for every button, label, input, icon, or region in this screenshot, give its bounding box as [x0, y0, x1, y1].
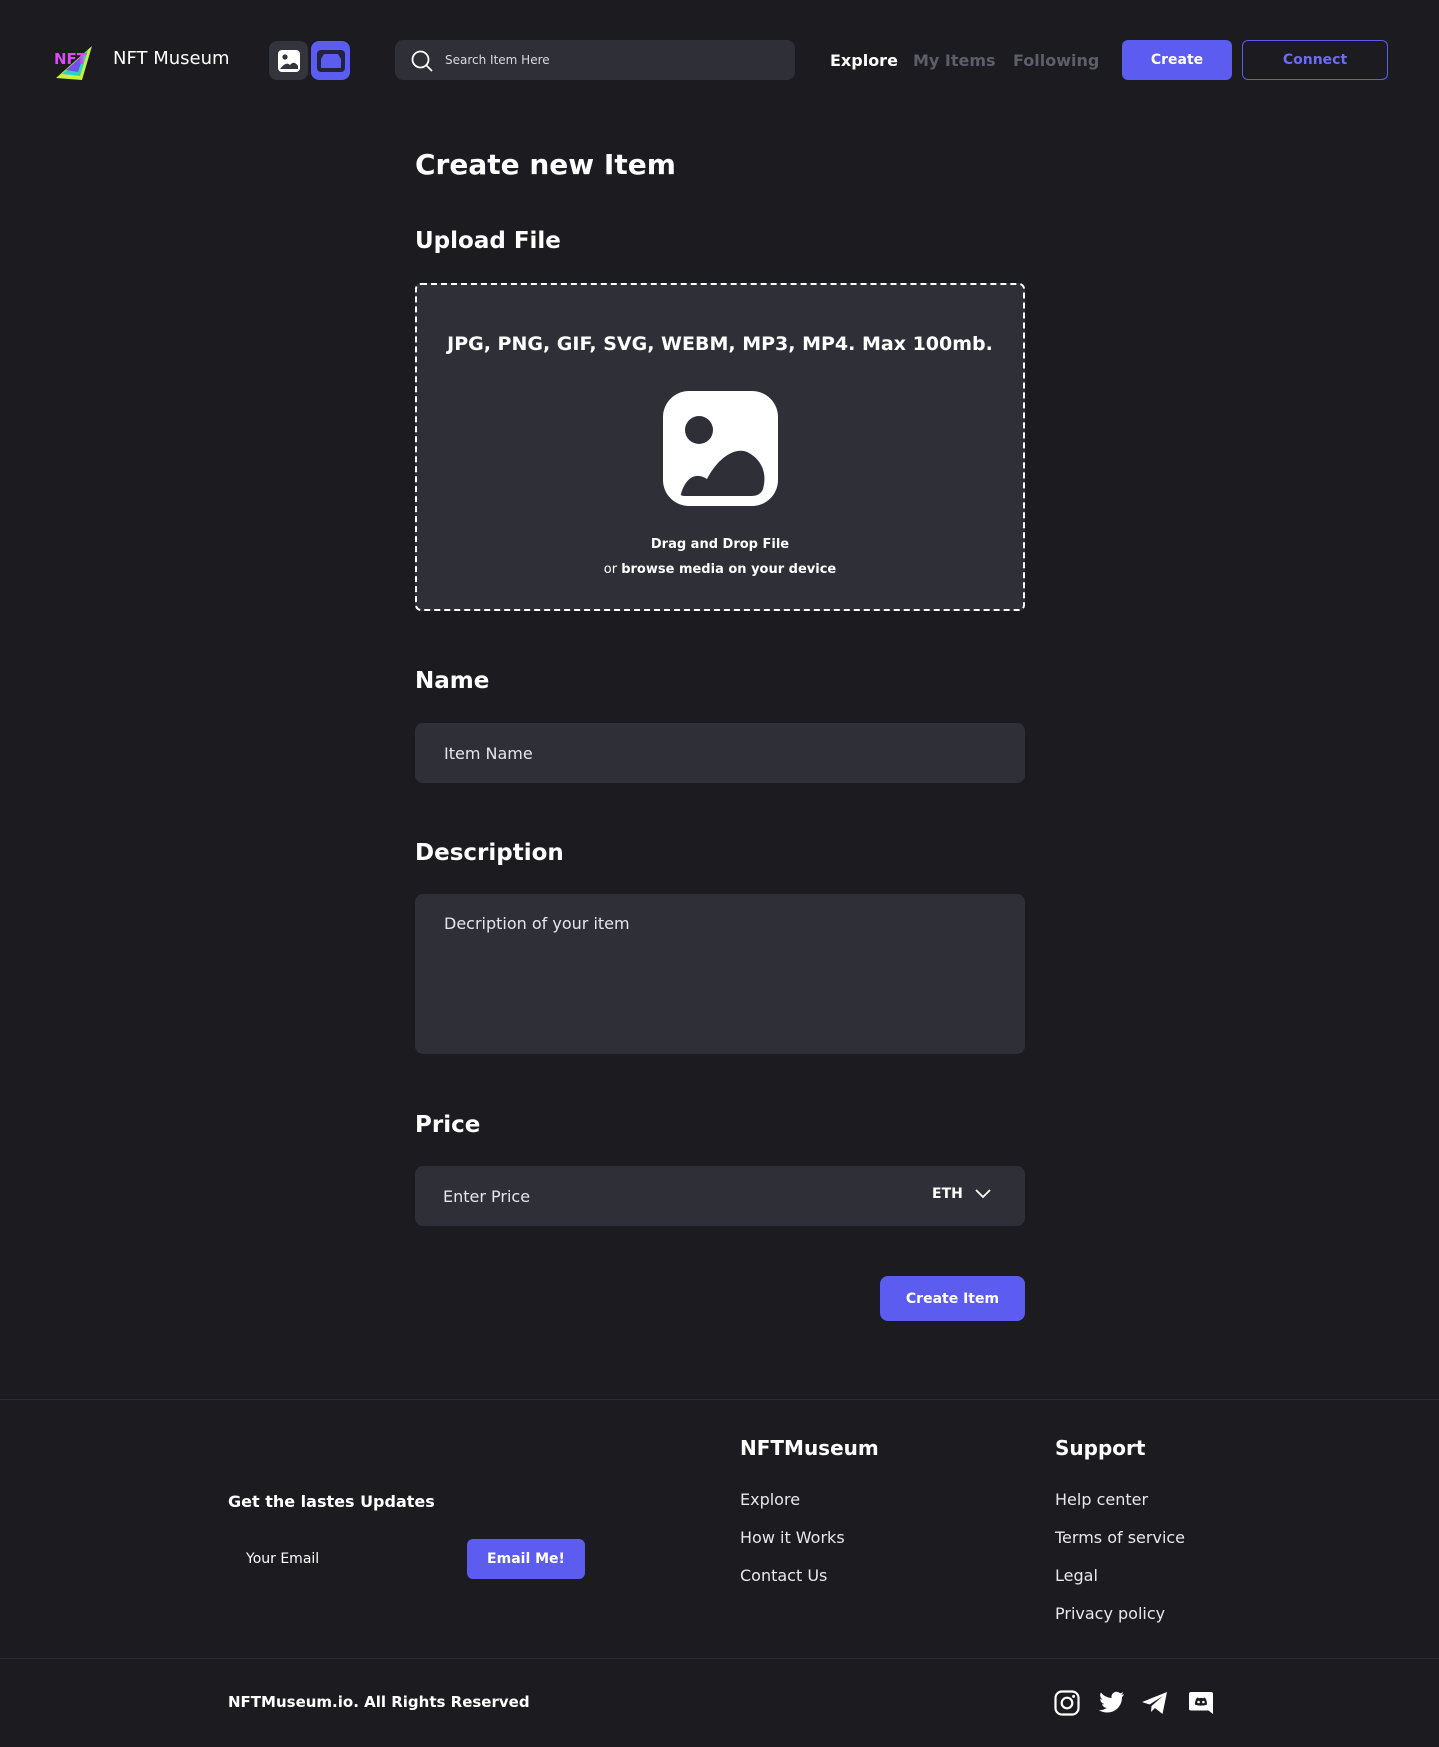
- brand-name[interactable]: NFT Museum: [113, 48, 230, 69]
- nft-logo-icon[interactable]: NFT: [52, 38, 98, 84]
- browse-media-line: or browse media on your device: [417, 562, 1023, 577]
- instagram-icon[interactable]: [1053, 1689, 1081, 1717]
- upload-heading: Upload File: [415, 228, 561, 254]
- footer-link-contact-us[interactable]: Contact Us: [740, 1566, 827, 1585]
- file-dropzone[interactable]: JPG, PNG, GIF, SVG, WEBM, MP3, MP4. Max …: [415, 283, 1025, 611]
- chevron-down-icon: [975, 1189, 991, 1199]
- upload-formats-text: JPG, PNG, GIF, SVG, WEBM, MP3, MP4. Max …: [447, 333, 993, 355]
- search-icon: [411, 50, 433, 72]
- nav-explore[interactable]: Explore: [830, 51, 898, 70]
- footer-link-terms[interactable]: Terms of service: [1055, 1528, 1185, 1547]
- description-textarea[interactable]: [415, 894, 1025, 1054]
- connect-button[interactable]: Connect: [1242, 40, 1388, 80]
- search-bar[interactable]: [395, 40, 795, 80]
- footer-link-how-it-works[interactable]: How it Works: [740, 1528, 845, 1547]
- browse-media-link[interactable]: browse media on your device: [621, 562, 836, 577]
- create-item-button[interactable]: Create Item: [880, 1276, 1025, 1321]
- footer-divider-top: [0, 1399, 1439, 1400]
- email-me-button[interactable]: Email Me!: [467, 1539, 585, 1579]
- price-heading: Price: [415, 1112, 481, 1138]
- svg-text:NFT: NFT: [54, 50, 88, 68]
- footer-col-support-heading: Support: [1055, 1436, 1146, 1460]
- footer-col-nftmuseum-heading: NFTMuseum: [740, 1436, 879, 1460]
- currency-label: ETH: [932, 1186, 963, 1202]
- copyright-text: NFTMuseum.io. All Rights Reserved: [228, 1693, 530, 1711]
- nav-following[interactable]: Following: [1013, 51, 1099, 70]
- page-title: Create new Item: [415, 148, 676, 181]
- store-view-toggle[interactable]: [311, 41, 350, 80]
- footer-link-help-center[interactable]: Help center: [1055, 1490, 1148, 1509]
- image-icon: [277, 49, 300, 72]
- price-field: ETH: [415, 1166, 1025, 1226]
- item-name-input[interactable]: [415, 723, 1025, 783]
- search-input[interactable]: [443, 40, 783, 80]
- drag-drop-text: Drag and Drop File: [650, 537, 790, 552]
- footer-link-explore[interactable]: Explore: [740, 1490, 800, 1509]
- description-heading: Description: [415, 840, 564, 866]
- newsletter-email-input[interactable]: [230, 1540, 450, 1578]
- create-button[interactable]: Create: [1122, 40, 1232, 80]
- discord-icon[interactable]: [1187, 1689, 1215, 1717]
- footer-divider-bottom: [0, 1658, 1439, 1659]
- nav-my-items[interactable]: My Items: [913, 51, 996, 70]
- or-text: or: [603, 562, 618, 577]
- telegram-icon[interactable]: [1141, 1689, 1169, 1717]
- image-upload-icon: [663, 391, 778, 506]
- gallery-view-toggle[interactable]: [269, 41, 308, 80]
- footer-link-privacy[interactable]: Privacy policy: [1055, 1604, 1165, 1623]
- twitter-icon[interactable]: [1097, 1689, 1125, 1717]
- name-heading: Name: [415, 668, 490, 694]
- currency-select[interactable]: ETH: [932, 1186, 991, 1202]
- newsletter-heading: Get the lastes Updates: [228, 1492, 435, 1511]
- price-input[interactable]: [441, 1166, 861, 1226]
- footer-link-legal[interactable]: Legal: [1055, 1566, 1098, 1585]
- store-icon: [316, 49, 345, 72]
